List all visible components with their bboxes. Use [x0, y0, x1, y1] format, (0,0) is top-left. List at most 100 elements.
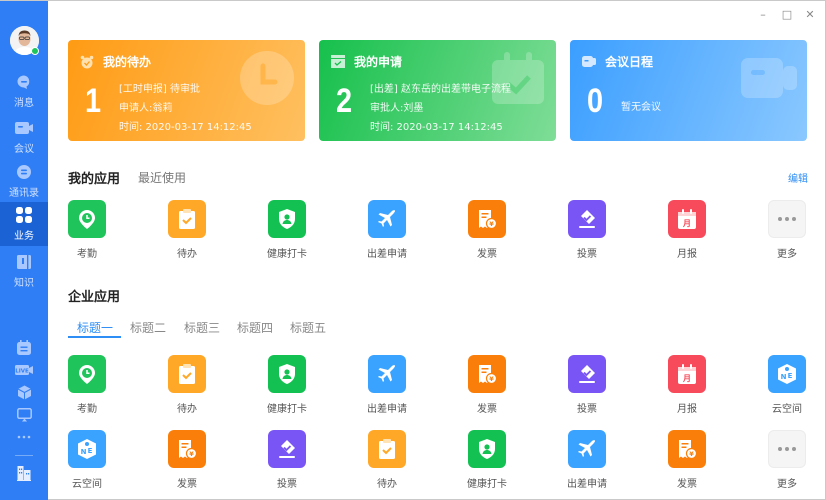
my-app-health-shield[interactable]: 健康打卡 [257, 200, 317, 260]
monthly-report-icon: 月 [668, 355, 706, 393]
enterprise-app-more[interactable]: 更多 [757, 430, 817, 490]
svg-text:¥: ¥ [189, 450, 194, 458]
my-app-attendance[interactable]: 考勤 [57, 200, 117, 260]
enterprise-app-health-shield[interactable]: 健康打卡 [257, 355, 317, 415]
nav-label: 业务 [14, 231, 34, 242]
enterprise-app-attendance[interactable]: 考勤 [57, 355, 117, 415]
app-label: 发票 [677, 479, 697, 490]
my-apps-title[interactable]: 我的应用 [68, 168, 120, 187]
edit-button[interactable]: 编辑 [788, 170, 808, 185]
tab-title-5[interactable]: 标题五 [290, 319, 326, 336]
app-label: 发票 [177, 479, 197, 490]
app-label: 月报 [677, 249, 697, 260]
online-status-dot [31, 47, 39, 55]
card-line: 时间: 2020-03-17 14:12:45 [119, 122, 252, 133]
enterprise-app-vote[interactable]: 投票 [257, 430, 317, 490]
tab-title-4[interactable]: 标题四 [237, 319, 273, 336]
enterprise-app-vote[interactable]: 投票 [557, 355, 617, 415]
enterprise-app-cloud-space[interactable]: N E 云空间 [57, 430, 117, 490]
meeting-icon [15, 119, 33, 137]
my-app-todo-clipboard[interactable]: 待办 [157, 200, 217, 260]
screen-icon[interactable] [15, 407, 33, 423]
enterprise-app-airplane[interactable]: 出差申请 [357, 355, 417, 415]
my-app-vote[interactable]: 投票 [557, 200, 617, 260]
app-label: 云空间 [72, 479, 102, 490]
more-icon [768, 200, 806, 238]
live-icon[interactable]: LIVE [15, 362, 33, 378]
nav-label: 会议 [14, 144, 34, 155]
maximize-button[interactable]: □ [780, 7, 794, 21]
card-line: 申请人:翁莉 [119, 103, 173, 114]
enterprise-app-invoice[interactable]: ¥ 发票 [657, 430, 717, 490]
sidebar-item-contacts[interactable]: 通讯录 [0, 159, 48, 203]
close-button[interactable]: ✕ [803, 7, 817, 21]
nav-label: 通讯录 [9, 188, 39, 199]
nav-label: 知识 [14, 278, 34, 289]
cloud-space-icon: NE [768, 355, 806, 393]
card-details: [出差] 赵东岳的出差带电子流程 审批人:刘墨 时间: 2020-03-17 1… [370, 80, 511, 137]
application-card[interactable]: 我的申请 2 [出差] 赵东岳的出差带电子流程 审批人:刘墨 时间: 2020-… [319, 40, 556, 141]
app-label: 云空间 [772, 404, 802, 415]
app-label: 待办 [177, 404, 197, 415]
cloud-space-icon: NE [68, 430, 106, 468]
enterprise-app-invoice[interactable]: ¥ 发票 [157, 430, 217, 490]
sidebar-item-messages[interactable]: 消息 [0, 69, 48, 113]
app-label: 投票 [577, 404, 597, 415]
vote-icon [568, 200, 606, 238]
app-label: 更多 [777, 479, 797, 490]
sidebar-item-business[interactable]: 业务 [0, 202, 48, 246]
my-app-airplane[interactable]: 出差申请 [357, 200, 417, 260]
enterprise-app-invoice[interactable]: ¥ 发票 [457, 355, 517, 415]
app-label: 更多 [777, 249, 797, 260]
video-camera-icon [582, 55, 596, 69]
todo-card[interactable]: 我的待办 1 [工时申报] 待审批 申请人:翁莉 时间: 2020-03-17 … [68, 40, 305, 141]
knowledge-book-icon [15, 253, 33, 271]
enterprise-app-airplane[interactable]: 出差申请 [557, 430, 617, 490]
app-label: 发票 [477, 404, 497, 415]
message-icon [15, 73, 33, 91]
card-title: 我的待办 [103, 55, 152, 69]
invoice-icon: ¥ [468, 200, 506, 238]
sidebar-item-meetings[interactable]: 会议 [0, 115, 48, 159]
app-label: 出差申请 [567, 479, 607, 490]
card-line: [工时申报] 待审批 [119, 84, 200, 95]
svg-text:E: E [788, 372, 793, 380]
minimize-button[interactable]: – [756, 7, 770, 21]
card-line: 时间: 2020-03-17 14:12:45 [370, 122, 503, 133]
app-label: 考勤 [77, 404, 97, 415]
todo-clipboard-icon [168, 200, 206, 238]
tab-title-2[interactable]: 标题二 [130, 319, 166, 336]
my-app-invoice[interactable]: ¥ 发票 [457, 200, 517, 260]
app-label: 健康打卡 [467, 479, 507, 490]
meeting-schedule-card[interactable]: 会议日程 0 暂无会议 [570, 40, 807, 141]
airplane-icon [368, 355, 406, 393]
svg-text:¥: ¥ [489, 220, 494, 228]
my-app-more[interactable]: 更多 [757, 200, 817, 260]
enterprise-app-todo-clipboard[interactable]: 待办 [357, 430, 417, 490]
alarm-clock-icon [80, 55, 94, 69]
enterprise-app-health-shield[interactable]: 健康打卡 [457, 430, 517, 490]
enterprise-app-todo-clipboard[interactable]: 待办 [157, 355, 217, 415]
my-app-monthly-report[interactable]: 月月报 [657, 200, 717, 260]
recent-apps-tab[interactable]: 最近使用 [138, 169, 186, 186]
invoice-icon: ¥ [468, 355, 506, 393]
tab-title-3[interactable]: 标题三 [184, 319, 220, 336]
tab-title-1[interactable]: 标题一 [77, 319, 113, 336]
calendar-icon[interactable] [15, 339, 33, 355]
app-label: 投票 [577, 249, 597, 260]
organization-icon[interactable] [15, 465, 33, 481]
health-shield-icon [468, 430, 506, 468]
cube-icon[interactable] [15, 384, 33, 400]
nav-label: 消息 [14, 98, 34, 109]
app-label: 投票 [277, 479, 297, 490]
enterprise-app-monthly-report[interactable]: 月月报 [657, 355, 717, 415]
card-count: 1 [85, 82, 102, 120]
app-label: 发票 [477, 249, 497, 260]
card-count: 2 [336, 82, 353, 120]
more-icon[interactable] [15, 429, 33, 445]
sidebar-item-knowledge[interactable]: 知识 [0, 249, 48, 293]
vote-icon [268, 430, 306, 468]
svg-text:E: E [88, 447, 93, 455]
enterprise-app-cloud-space[interactable]: N E 云空间 [757, 355, 817, 415]
svg-text:月: 月 [682, 374, 691, 383]
